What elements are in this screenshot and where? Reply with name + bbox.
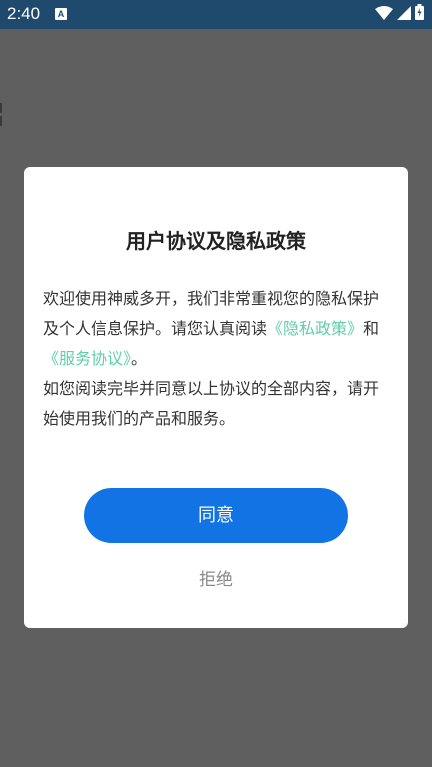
dialog-body: 欢迎使用神威多开，我们非常重视您的隐私保护及个人信息保护。请您认真阅读《隐私政策… [43, 284, 389, 434]
background-mark [0, 103, 2, 113]
background-mark [0, 116, 2, 126]
status-bar: 2:40 A [0, 0, 432, 29]
battery-icon [415, 4, 424, 24]
dialog-paragraph-2: 如您阅读完毕并同意以上协议的全部内容，请开始使用我们的产品和服务。 [43, 379, 380, 428]
privacy-policy-link[interactable]: 《隐私政策》 [267, 319, 363, 338]
status-icons [375, 4, 424, 24]
dialog-title: 用户协议及隐私政策 [126, 229, 306, 253]
reject-button[interactable]: 拒绝 [166, 565, 266, 595]
service-agreement-link[interactable]: 《服务协议》 [43, 349, 131, 368]
app-notification-icon: A [55, 8, 67, 20]
period-text: 。 [131, 349, 148, 368]
signal-icon [397, 5, 411, 24]
wifi-icon [375, 5, 393, 24]
dialog-paragraph-1: 欢迎使用神威多开，我们非常重视您的隐私保护及个人信息保护。请您认真阅读《隐私政策… [43, 284, 389, 374]
and-text: 和 [363, 319, 380, 338]
privacy-dialog: 用户协议及隐私政策 欢迎使用神威多开，我们非常重视您的隐私保护及个人信息保护。请… [24, 167, 408, 628]
agree-button[interactable]: 同意 [84, 488, 348, 543]
status-time: 2:40 [7, 4, 41, 23]
